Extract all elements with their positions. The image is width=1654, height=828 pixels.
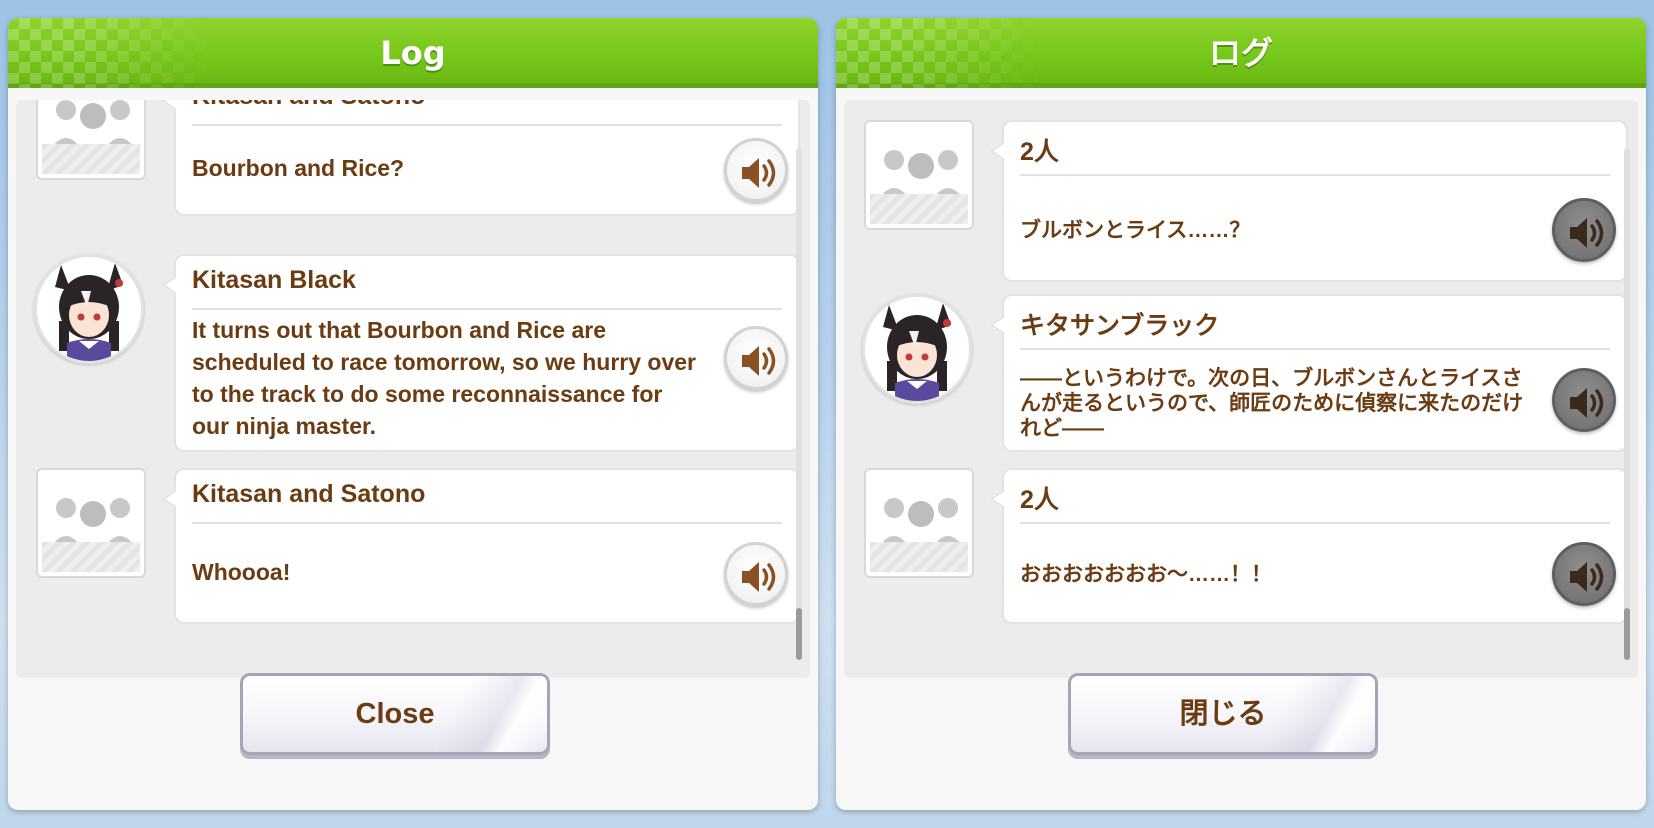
log-bubble: Kitasan and Satono Whoooa! <box>162 468 800 624</box>
log-bubble: Kitasan and Satono Bourbon and Rice? <box>162 100 800 216</box>
name-divider <box>192 308 782 310</box>
group-avatar-icon <box>864 120 974 230</box>
scrollbar[interactable] <box>796 148 802 660</box>
name-divider <box>1020 174 1610 176</box>
dialogue-text: おおおおおおお～……！！ <box>1020 563 1272 586</box>
scrollbar[interactable] <box>1624 148 1630 660</box>
kitasan-black-portrait <box>862 294 972 404</box>
speaker-name: 2人 <box>1020 486 1059 514</box>
dialogue-text: It turns out that Bourbon and Rice are s… <box>192 317 697 439</box>
close-button[interactable]: 閉じる <box>1068 673 1378 755</box>
scrollbar-thumb[interactable] <box>1624 608 1630 660</box>
log-list[interactable]: Kitasan and Satono Bourbon and Rice? <box>16 100 810 678</box>
speaker-name: キタサンブラック <box>1020 312 1220 340</box>
dialog-title: ログ <box>1208 34 1273 72</box>
dialogue-text: ブルボンとライス……？ <box>1020 219 1251 242</box>
name-divider <box>192 522 782 524</box>
speaker-icon[interactable] <box>1552 198 1616 262</box>
dialog-title: Log <box>380 34 446 72</box>
name-divider <box>1020 348 1610 350</box>
speaker-icon[interactable] <box>1552 542 1616 606</box>
group-avatar-icon <box>36 468 146 578</box>
log-bubble: キタサンブラック ――というわけで。次の日、ブルボンさんとライスさんが走るという… <box>990 294 1628 452</box>
speaker-name: Kitasan Black <box>192 266 356 294</box>
name-divider <box>1020 522 1610 524</box>
dialogue-text: Whoooa! <box>192 559 291 585</box>
close-button-label: 閉じる <box>1179 698 1267 730</box>
log-dialog-japanese: ログ 2人 ブルボンとライス……？ キタサンブラック ――というわけで。次の日、… <box>836 18 1646 810</box>
close-button-label: Close <box>355 698 435 730</box>
log-dialog-english: Log Kitasan and Satono Bourbon and Rice? <box>8 18 818 810</box>
log-bubble: 2人 ブルボンとライス……？ <box>990 120 1628 282</box>
group-avatar-icon <box>36 100 146 180</box>
kitasan-black-portrait <box>34 254 144 364</box>
log-bubble: 2人 おおおおおおお～……！！ <box>990 468 1628 624</box>
log-list[interactable]: 2人 ブルボンとライス……？ キタサンブラック ――というわけで。次の日、ブルボ… <box>844 100 1638 678</box>
close-button[interactable]: Close <box>240 673 550 755</box>
speaker-icon[interactable] <box>724 542 788 606</box>
speaker-icon[interactable] <box>724 326 788 390</box>
name-divider <box>192 124 782 126</box>
speaker-icon[interactable] <box>1552 368 1616 432</box>
scrollbar-thumb[interactable] <box>796 608 802 660</box>
dialogue-text: Bourbon and Rice? <box>192 155 405 181</box>
log-bubble: Kitasan Black It turns out that Bourbon … <box>162 254 800 452</box>
speaker-name: Kitasan and Satono <box>192 480 426 508</box>
dialog-header: Log <box>8 18 818 88</box>
speaker-name: 2人 <box>1020 138 1059 166</box>
dialog-header: ログ <box>836 18 1646 88</box>
dialogue-text: ――というわけで。次の日、ブルボンさんとライスさんが走るというので、師匠のために… <box>1020 367 1524 440</box>
group-avatar-icon <box>864 468 974 578</box>
speaker-name: Kitasan and Satono <box>192 100 425 111</box>
speaker-icon[interactable] <box>724 138 788 202</box>
